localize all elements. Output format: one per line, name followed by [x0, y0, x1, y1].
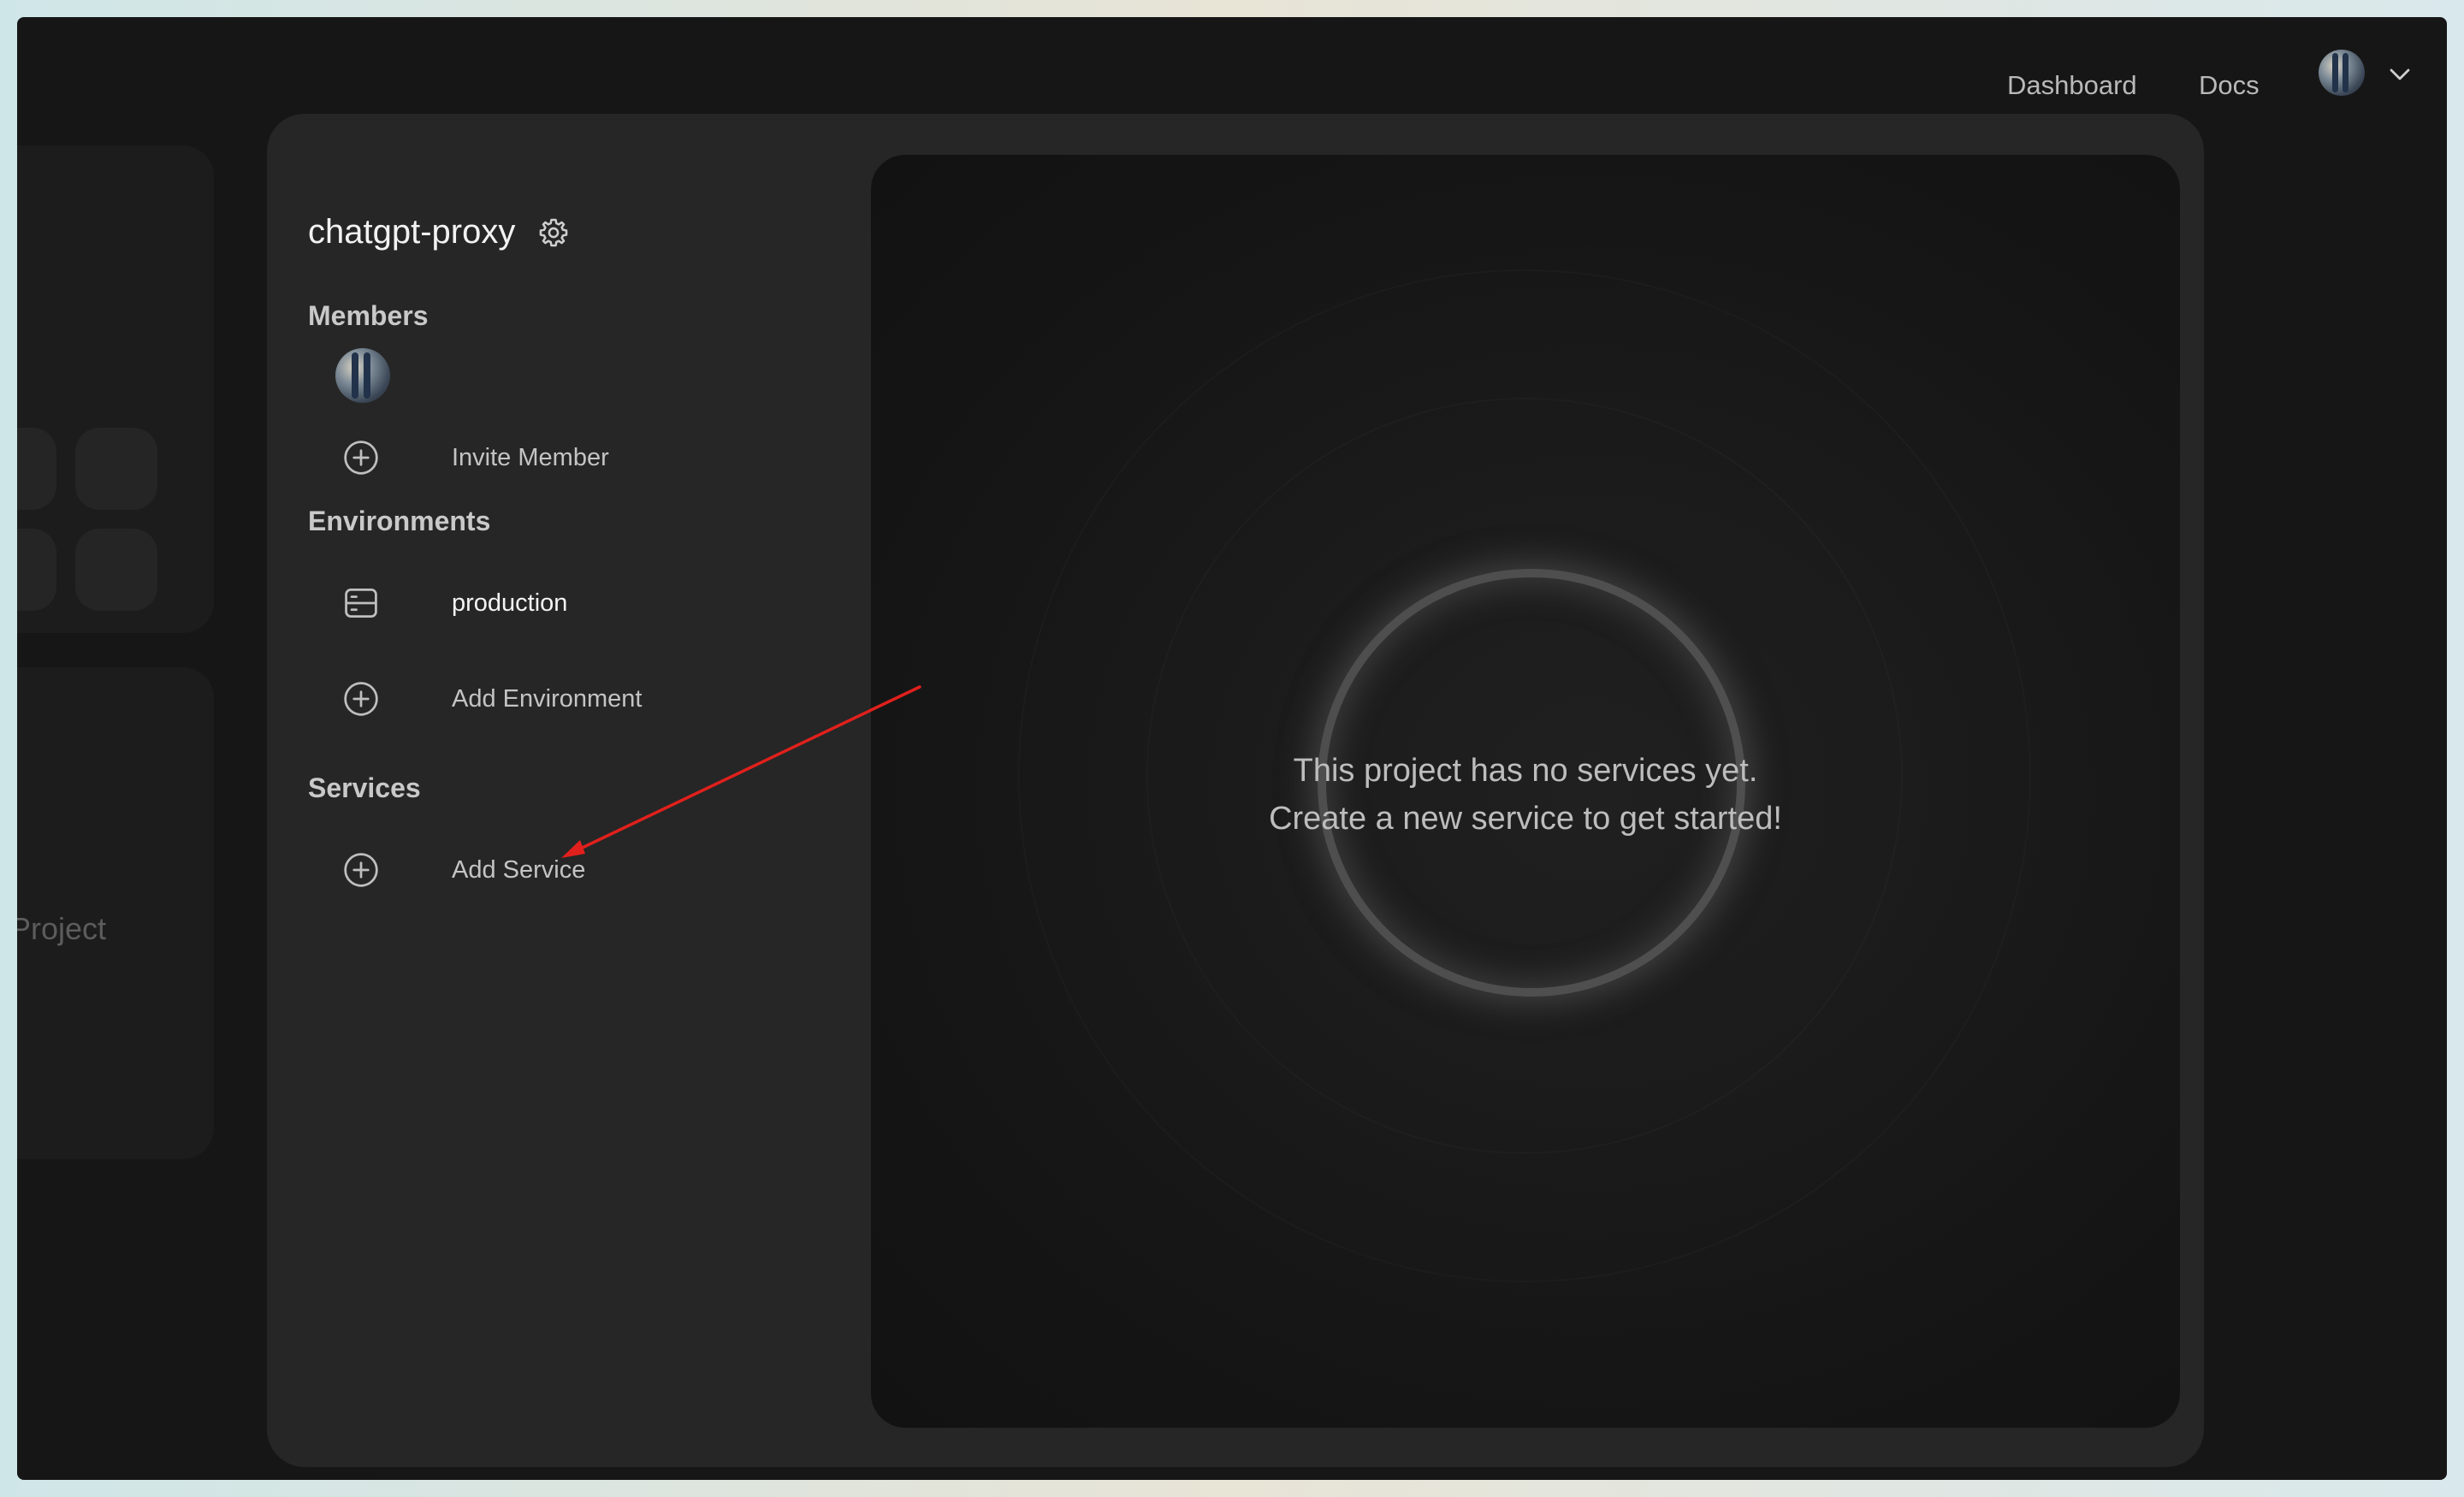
user-avatar[interactable]	[2319, 50, 2365, 96]
background-project-card	[17, 145, 214, 633]
project-canvas[interactable]: This project has no services yet. Create…	[871, 155, 2180, 1428]
nav-dashboard-link[interactable]: Dashboard	[2007, 70, 2137, 101]
background-tile	[75, 428, 157, 510]
invite-member-button[interactable]: Invite Member	[342, 432, 787, 483]
environment-item-production[interactable]: production	[342, 577, 787, 629]
server-icon	[345, 589, 377, 618]
project-title: chatgpt-proxy	[308, 213, 516, 251]
add-service-label: Add Service	[452, 856, 586, 884]
plus-circle-icon	[344, 853, 378, 887]
services-heading: Services	[308, 772, 421, 803]
invite-member-label: Invite Member	[452, 444, 609, 471]
member-avatar[interactable]	[335, 348, 390, 403]
members-heading: Members	[308, 300, 429, 331]
environments-heading: Environments	[308, 506, 491, 536]
background-tile	[75, 529, 157, 611]
background-project-label: Project	[17, 911, 107, 946]
gear-icon[interactable]	[537, 216, 570, 249]
add-environment-button[interactable]: Add Environment	[342, 673, 787, 725]
top-nav: Dashboard Docs	[17, 17, 2447, 128]
add-service-button[interactable]: Add Service	[342, 844, 787, 896]
environment-label: production	[452, 589, 568, 617]
background-tile	[17, 428, 56, 510]
background-tile	[17, 529, 56, 611]
empty-state-line-1: This project has no services yet.	[1293, 753, 1758, 789]
nav-docs-link[interactable]: Docs	[2199, 70, 2260, 101]
project-modal: chatgpt-proxy Members Invite Member Envi…	[267, 114, 2204, 1467]
plus-circle-icon	[344, 682, 378, 716]
app-window: Dashboard Docs Project chatgpt-proxy Mem…	[17, 17, 2447, 1480]
empty-state-line-2: Create a new service to get started!	[1269, 801, 1782, 837]
chevron-down-icon[interactable]	[2387, 62, 2413, 87]
plus-circle-icon	[344, 441, 378, 475]
add-environment-label: Add Environment	[452, 685, 643, 713]
